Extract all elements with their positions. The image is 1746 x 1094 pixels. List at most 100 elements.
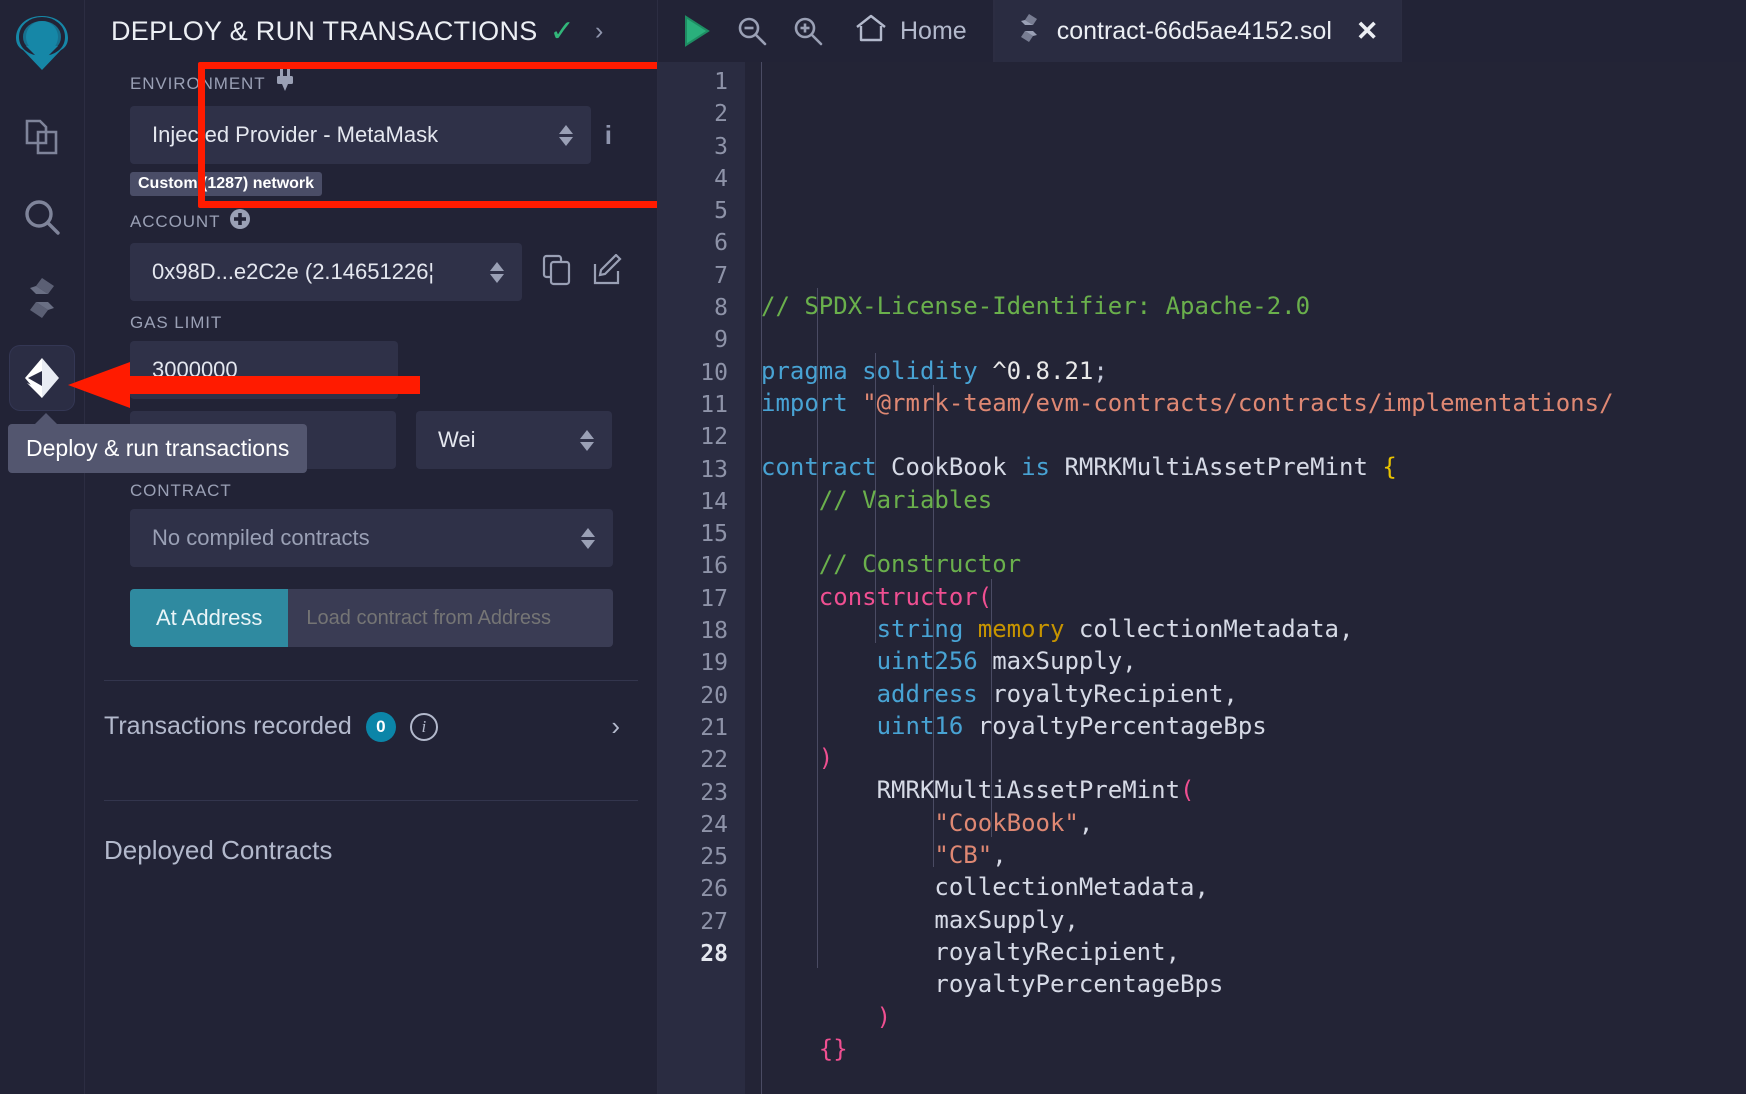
code-line[interactable]: "CookBook",: [745, 807, 1746, 839]
line-number: 27: [658, 906, 745, 938]
code-line[interactable]: constructor(: [745, 581, 1746, 613]
line-number: 18: [658, 615, 745, 647]
zoom-in-icon[interactable]: [780, 0, 836, 62]
code-line[interactable]: collectionMetadata,: [745, 871, 1746, 903]
line-number: 22: [658, 744, 745, 776]
unit-stepper-icon[interactable]: [576, 430, 598, 451]
contract-value: No compiled contracts: [152, 525, 577, 551]
account-select[interactable]: 0x98D...e2C2e (2.14651226¦: [130, 243, 522, 301]
plug-icon: [275, 69, 295, 98]
code-line[interactable]: {}: [745, 1033, 1746, 1065]
line-number: 2: [658, 98, 745, 130]
code-line[interactable]: import "@rmrk-team/evm-contracts/contrac…: [745, 387, 1746, 419]
sidebar-item-search[interactable]: [10, 186, 74, 250]
info-icon[interactable]: i: [410, 713, 438, 741]
code-line[interactable]: // Variables: [745, 484, 1746, 516]
transactions-recorded-label: Transactions recorded: [104, 712, 352, 741]
deploy-run-panel: DEPLOY & RUN TRANSACTIONS ✓ › ENVIRONMEN…: [85, 0, 658, 1094]
environment-select[interactable]: Injected Provider - MetaMask: [130, 106, 591, 164]
code-line[interactable]: [745, 1065, 1746, 1094]
chevron-right-icon[interactable]: ›: [611, 711, 620, 742]
network-pill: Custom (1287) network: [130, 172, 322, 196]
line-number: 7: [658, 260, 745, 292]
home-label: Home: [900, 17, 967, 46]
remix-logo-icon[interactable]: [7, 8, 77, 78]
code-line[interactable]: // SPDX-License-Identifier: Apache-2.0: [745, 290, 1746, 322]
editor-tab[interactable]: contract-66d5ae4152.sol ✕: [995, 0, 1402, 62]
line-number: 12: [658, 421, 745, 453]
environment-section: ENVIRONMENT Injected Provider - MetaMask…: [85, 69, 657, 196]
code-line[interactable]: string memory collectionMetadata,: [745, 613, 1746, 645]
code-line[interactable]: address royaltyRecipient,: [745, 678, 1746, 710]
code-line[interactable]: uint256 maxSupply,: [745, 645, 1746, 677]
line-number-gutter: 1234567891011121314151617181920212223242…: [658, 62, 745, 1094]
line-number: 19: [658, 647, 745, 679]
sidebar-item-file-explorer[interactable]: [10, 106, 74, 170]
at-address-row: At Address: [130, 589, 613, 647]
page-title: DEPLOY & RUN TRANSACTIONS: [111, 16, 538, 47]
code-line[interactable]: royaltyPercentageBps: [745, 968, 1746, 1000]
contract-stepper-icon[interactable]: [577, 528, 599, 549]
code-line[interactable]: pragma solidity ^0.8.21;: [745, 355, 1746, 387]
contract-label: CONTRACT: [130, 481, 631, 501]
line-number: 20: [658, 680, 745, 712]
code-line[interactable]: contract CookBook is RMRKMultiAssetPreMi…: [745, 451, 1746, 483]
environment-label-row: ENVIRONMENT: [130, 69, 631, 98]
line-number: 13: [658, 454, 745, 486]
copy-icon[interactable]: [542, 254, 572, 291]
line-number: 14: [658, 486, 745, 518]
code-line[interactable]: ): [745, 742, 1746, 774]
code-area: 1234567891011121314151617181920212223242…: [658, 62, 1746, 1094]
code-line[interactable]: // Constructor: [745, 548, 1746, 580]
value-unit: Wei: [438, 427, 576, 453]
check-icon: ✓: [550, 17, 575, 47]
code-line[interactable]: "CB",: [745, 839, 1746, 871]
edit-icon[interactable]: [592, 254, 624, 291]
chevron-right-icon[interactable]: ›: [595, 17, 604, 46]
code-content[interactable]: // SPDX-License-Identifier: Apache-2.0 p…: [745, 62, 1746, 1094]
line-number: 6: [658, 227, 745, 259]
code-line[interactable]: maxSupply,: [745, 904, 1746, 936]
account-label-row: ACCOUNT: [130, 208, 631, 235]
deployed-contracts-title: Deployed Contracts: [104, 835, 638, 866]
play-icon[interactable]: [668, 0, 724, 62]
icon-sidebar: [0, 0, 85, 1094]
transactions-count-badge: 0: [366, 712, 396, 742]
account-label: ACCOUNT: [130, 212, 220, 232]
home-icon: [854, 13, 888, 50]
code-line[interactable]: ): [745, 1001, 1746, 1033]
code-line[interactable]: RMRKMultiAssetPreMint(: [745, 774, 1746, 806]
line-number: 26: [658, 873, 745, 905]
code-line[interactable]: [745, 516, 1746, 548]
line-number: 23: [658, 777, 745, 809]
line-number: 5: [658, 195, 745, 227]
select-stepper-icon[interactable]: [555, 125, 577, 146]
transactions-recorded-row[interactable]: Transactions recorded 0 i ›: [104, 711, 638, 742]
at-address-button[interactable]: At Address: [130, 589, 288, 647]
plus-circle-icon[interactable]: [229, 208, 251, 235]
contract-section: CONTRACT No compiled contracts At Addres…: [85, 481, 657, 647]
account-section: ACCOUNT 0x98D...e2C2e (2.14651226¦: [85, 208, 657, 301]
code-line[interactable]: [745, 322, 1746, 354]
line-number: 8: [658, 292, 745, 324]
environment-info-icon[interactable]: i: [605, 120, 612, 151]
remix-ide-window: DEPLOY & RUN TRANSACTIONS ✓ › ENVIRONMEN…: [0, 0, 1746, 1094]
line-number: 1: [658, 66, 745, 98]
home-button[interactable]: Home: [836, 0, 994, 62]
contract-select[interactable]: No compiled contracts: [130, 509, 613, 567]
line-number: 17: [658, 583, 745, 615]
value-unit-select[interactable]: Wei: [416, 411, 612, 469]
code-line[interactable]: uint16 royaltyPercentageBps: [745, 710, 1746, 742]
sidebar-item-solidity-compiler[interactable]: [10, 266, 74, 330]
close-icon[interactable]: ✕: [1356, 16, 1379, 47]
code-line[interactable]: [745, 419, 1746, 451]
line-number: 11: [658, 389, 745, 421]
account-stepper-icon[interactable]: [486, 262, 508, 283]
sidebar-item-deploy-run[interactable]: [10, 346, 74, 410]
line-number: 16: [658, 550, 745, 582]
code-line[interactable]: royaltyRecipient,: [745, 936, 1746, 968]
zoom-out-icon[interactable]: [724, 0, 780, 62]
editor-tabbar: Home contract-66d5ae4152.sol ✕: [658, 0, 1746, 62]
load-contract-address-input[interactable]: [288, 589, 613, 647]
solidity-icon: [1017, 13, 1041, 50]
